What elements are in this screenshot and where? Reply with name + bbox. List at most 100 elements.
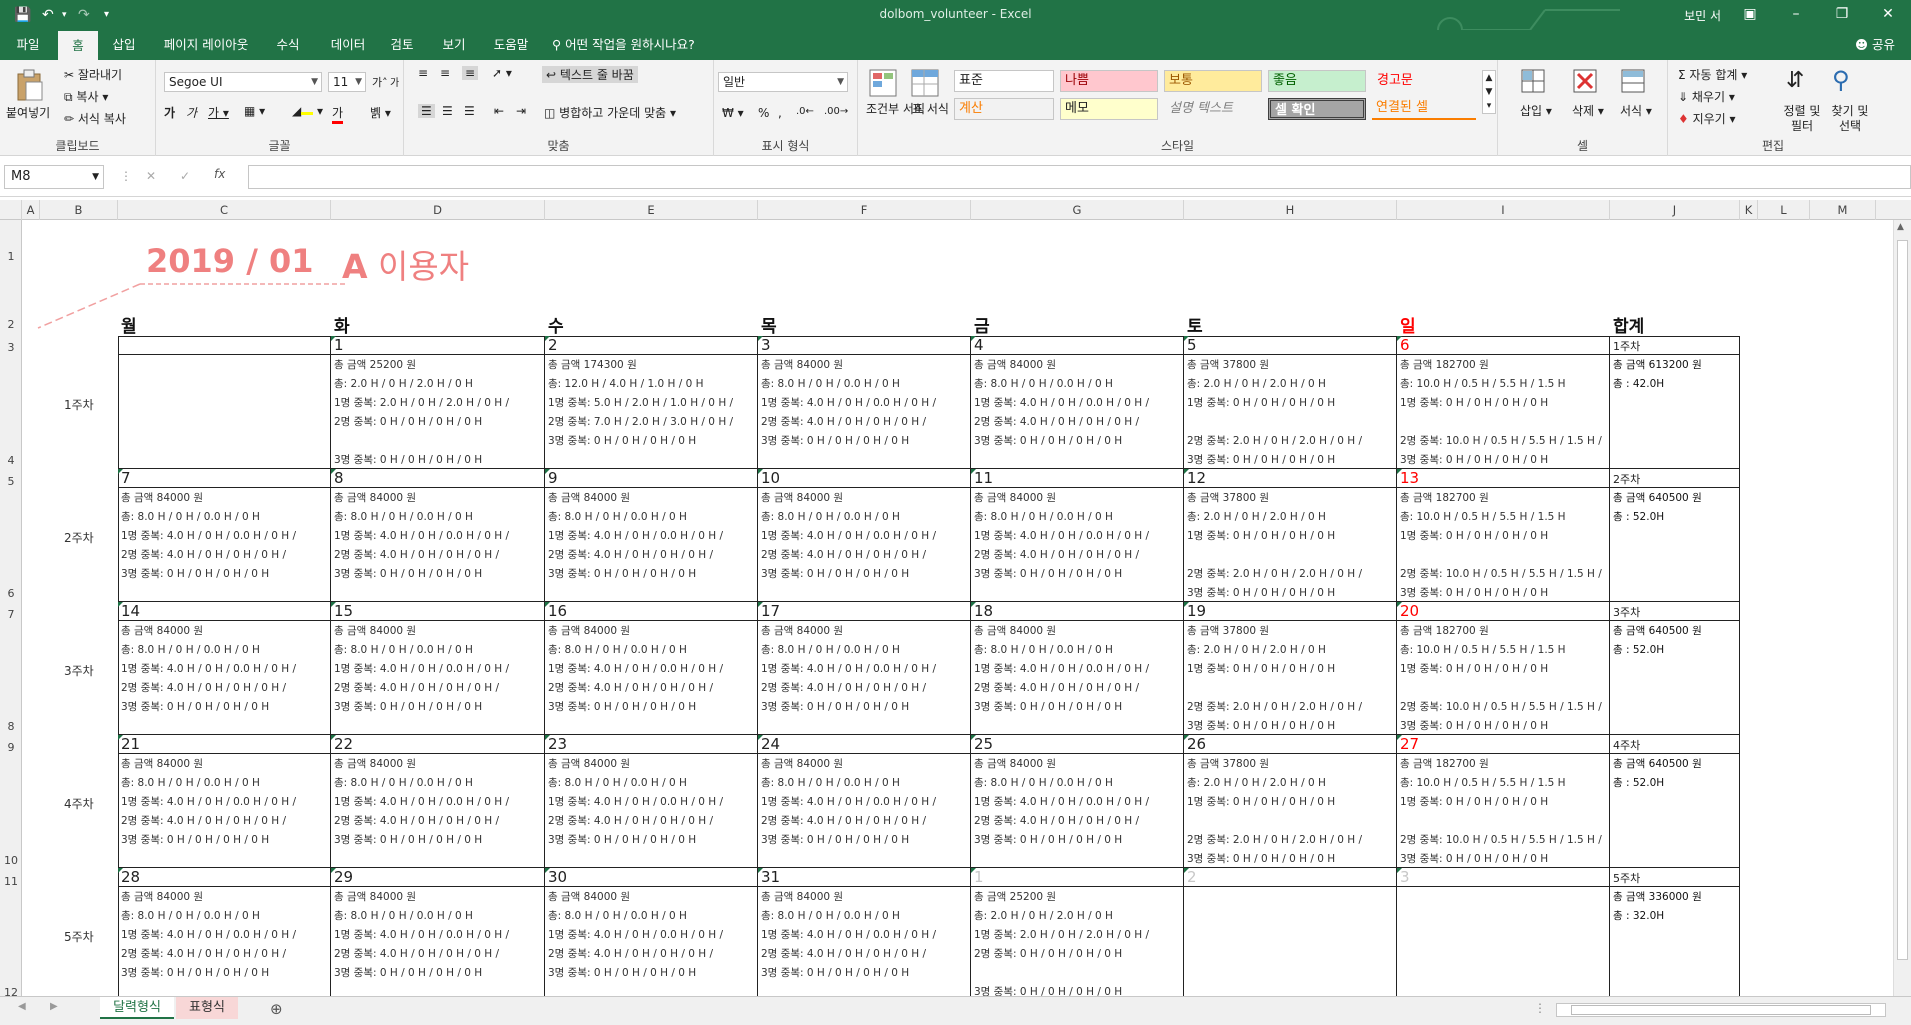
increase-decimal-icon[interactable]: .0← xyxy=(796,106,814,117)
day-detail-cell[interactable]: 총 금액 84000 원 총: 8.0 H / 0 H / 0.0 H / 0 H… xyxy=(331,621,545,735)
row-header[interactable]: 3 xyxy=(0,341,22,354)
vertical-scrollbar[interactable]: ▲ xyxy=(1893,220,1911,996)
delete-cells-button[interactable]: 삭제 ▾ xyxy=(1572,102,1604,119)
prev-sheet-icon[interactable]: ◀ xyxy=(18,1001,26,1012)
number-format-select[interactable]: 일반 ▼ xyxy=(718,72,848,92)
day-number-cell[interactable]: 24 xyxy=(758,735,971,754)
clear-button[interactable]: ♦ 지우기 ▾ xyxy=(1678,110,1736,127)
day-detail-cell[interactable]: 총 금액 84000 원 총: 8.0 H / 0 H / 0.0 H / 0 H… xyxy=(118,621,331,735)
day-number-cell[interactable]: 10 xyxy=(758,469,971,488)
day-number-cell[interactable]: 25 xyxy=(971,735,1184,754)
column-header[interactable]: E xyxy=(545,200,758,220)
day-detail-cell[interactable] xyxy=(118,355,331,469)
tab-file[interactable]: 파일 xyxy=(8,30,48,60)
row-header[interactable]: 11 xyxy=(0,875,22,888)
day-number-cell[interactable]: 29 xyxy=(331,868,545,887)
confirm-formula-icon[interactable]: ✓ xyxy=(180,169,190,183)
row-header[interactable]: 5 xyxy=(0,475,22,488)
day-number-cell[interactable]: 31 xyxy=(758,868,971,887)
day-detail-cell[interactable]: 총 금액 25200 원 총: 2.0 H / 0 H / 2.0 H / 0 H… xyxy=(331,355,545,469)
day-detail-cell[interactable]: 총 금액 84000 원 총: 8.0 H / 0 H / 0.0 H / 0 H… xyxy=(971,355,1184,469)
column-header[interactable]: L xyxy=(1758,200,1810,220)
row-header[interactable]: 1 xyxy=(0,250,22,263)
autosum-button[interactable]: Σ 자동 합계 ▾ xyxy=(1678,66,1747,83)
row-header[interactable]: 8 xyxy=(0,720,22,733)
tab-split-icon[interactable]: ⋮ xyxy=(1534,1001,1546,1015)
next-sheet-icon[interactable]: ▶ xyxy=(50,1001,58,1012)
day-detail-cell[interactable]: 총 금액 84000 원 총: 8.0 H / 0 H / 0.0 H / 0 H… xyxy=(118,488,331,602)
day-detail-cell[interactable]: 총 금액 84000 원 총: 8.0 H / 0 H / 0.0 H / 0 H… xyxy=(971,754,1184,868)
style-explanatory[interactable]: 설명 텍스트 xyxy=(1164,98,1262,120)
day-number-cell[interactable]: 3 xyxy=(1397,868,1610,887)
sort-filter-button[interactable]: 정렬 및 필터 xyxy=(1780,104,1824,134)
shrink-font-icon[interactable]: 가 xyxy=(390,74,399,89)
tab-page-layout[interactable]: 페이지 레이아웃 xyxy=(156,30,256,60)
day-number-cell[interactable]: 6 xyxy=(1397,336,1610,355)
select-all-corner[interactable] xyxy=(0,200,22,220)
user-name[interactable]: 보민 서 xyxy=(1684,7,1721,24)
style-note[interactable]: 메모 xyxy=(1060,98,1158,120)
day-number-cell[interactable]: 30 xyxy=(545,868,758,887)
tab-data[interactable]: 데이터 xyxy=(324,30,372,60)
day-detail-cell[interactable]: 총 금액 37800 원 총: 2.0 H / 0 H / 2.0 H / 0 H… xyxy=(1184,355,1397,469)
day-number-cell[interactable]: 26 xyxy=(1184,735,1397,754)
align-middle-icon[interactable]: ≡ xyxy=(440,66,450,80)
delete-cells-icon[interactable] xyxy=(1572,68,1598,96)
day-detail-cell[interactable]: 총 금액 84000 원 총: 8.0 H / 0 H / 0.0 H / 0 H… xyxy=(331,754,545,868)
week-total-header-cell[interactable]: 4주차 xyxy=(1610,735,1740,754)
day-detail-cell[interactable]: 총 금액 174300 원 총: 12.0 H / 4.0 H / 1.0 H /… xyxy=(545,355,758,469)
day-detail-cell[interactable]: 총 금액 25200 원 총: 2.0 H / 0 H / 2.0 H / 0 H… xyxy=(971,887,1184,996)
day-number-cell[interactable]: 27 xyxy=(1397,735,1610,754)
day-detail-cell[interactable] xyxy=(1397,887,1610,996)
day-number-cell[interactable]: 11 xyxy=(971,469,1184,488)
week-total-cell[interactable]: 총 금액 640500 원총 : 52.0H xyxy=(1610,621,1740,735)
day-number-cell[interactable]: 12 xyxy=(1184,469,1397,488)
day-detail-cell[interactable]: 총 금액 182700 원 총: 10.0 H / 0.5 H / 5.5 H /… xyxy=(1397,621,1610,735)
format-painter-button[interactable]: ✏ 서식 복사 xyxy=(64,110,126,127)
underline-icon[interactable]: 가 ▾ xyxy=(208,104,229,121)
font-size-select[interactable]: 11 ▼ xyxy=(328,72,366,92)
tab-help[interactable]: 도움말 xyxy=(486,30,536,60)
day-number-cell[interactable]: 1 xyxy=(971,868,1184,887)
cancel-formula-icon[interactable]: ✕ xyxy=(146,169,156,183)
week-total-cell[interactable]: 총 금액 640500 원총 : 52.0H xyxy=(1610,488,1740,602)
day-number-cell[interactable] xyxy=(118,336,331,355)
style-check-cell[interactable]: 셀 확인 xyxy=(1268,98,1366,120)
day-number-cell[interactable]: 19 xyxy=(1184,602,1397,621)
bold-icon[interactable]: 가 xyxy=(164,104,175,121)
day-detail-cell[interactable] xyxy=(1184,887,1397,996)
day-detail-cell[interactable]: 총 금액 84000 원 총: 8.0 H / 0 H / 0.0 H / 0 H… xyxy=(545,621,758,735)
day-number-cell[interactable]: 18 xyxy=(971,602,1184,621)
comma-icon[interactable]: , xyxy=(778,106,782,120)
tab-home[interactable]: 홈 xyxy=(58,30,98,60)
column-header[interactable]: D xyxy=(331,200,545,220)
paste-button[interactable]: 붙여넣기 xyxy=(6,104,50,121)
close-icon[interactable]: ✕ xyxy=(1865,0,1911,30)
share-button[interactable]: ☻ 공유 xyxy=(1855,30,1895,60)
paste-icon[interactable] xyxy=(14,68,44,102)
format-table-button[interactable]: 표 서식 xyxy=(912,102,949,117)
day-number-cell[interactable]: 2 xyxy=(1184,868,1397,887)
day-detail-cell[interactable]: 총 금액 37800 원 총: 2.0 H / 0 H / 2.0 H / 0 H… xyxy=(1184,488,1397,602)
insert-function-icon[interactable]: fx xyxy=(214,167,225,181)
row-header[interactable]: 12 xyxy=(0,986,22,996)
name-box[interactable]: M8 ▼ xyxy=(4,165,104,189)
day-number-cell[interactable]: 2 xyxy=(545,336,758,355)
day-detail-cell[interactable]: 총 금액 84000 원 총: 8.0 H / 0 H / 0.0 H / 0 H… xyxy=(758,754,971,868)
column-header[interactable]: H xyxy=(1184,200,1397,220)
day-number-cell[interactable]: 23 xyxy=(545,735,758,754)
sheet-tab-calendar[interactable]: 달력형식 xyxy=(100,997,174,1019)
row-header[interactable]: 6 xyxy=(0,587,22,600)
sheet-area[interactable]: 2019 / 01 A 이용자 월 화 수 목 금 토 일 합계 1주차 1 총 금액 25200 … xyxy=(22,220,1911,996)
column-header[interactable]: I xyxy=(1397,200,1610,220)
day-detail-cell[interactable]: 총 금액 84000 원 총: 8.0 H / 0 H / 0.0 H / 0 H… xyxy=(118,754,331,868)
day-detail-cell[interactable]: 총 금액 84000 원 총: 8.0 H / 0 H / 0.0 H / 0 H… xyxy=(758,887,971,996)
week-total-header-cell[interactable]: 2주차 xyxy=(1610,469,1740,488)
day-detail-cell[interactable]: 총 금액 182700 원 총: 10.0 H / 0.5 H / 5.5 H /… xyxy=(1397,355,1610,469)
day-detail-cell[interactable]: 총 금액 37800 원 총: 2.0 H / 0 H / 2.0 H / 0 H… xyxy=(1184,754,1397,868)
copy-button[interactable]: ⧉ 복사 ▾ xyxy=(64,88,108,105)
formula-input[interactable] xyxy=(248,165,1911,189)
align-bottom-icon[interactable]: ≡ xyxy=(462,66,479,80)
wrap-text-button[interactable]: ↩ 텍스트 줄 바꿈 xyxy=(542,66,638,83)
row-header[interactable]: 4 xyxy=(0,454,22,467)
